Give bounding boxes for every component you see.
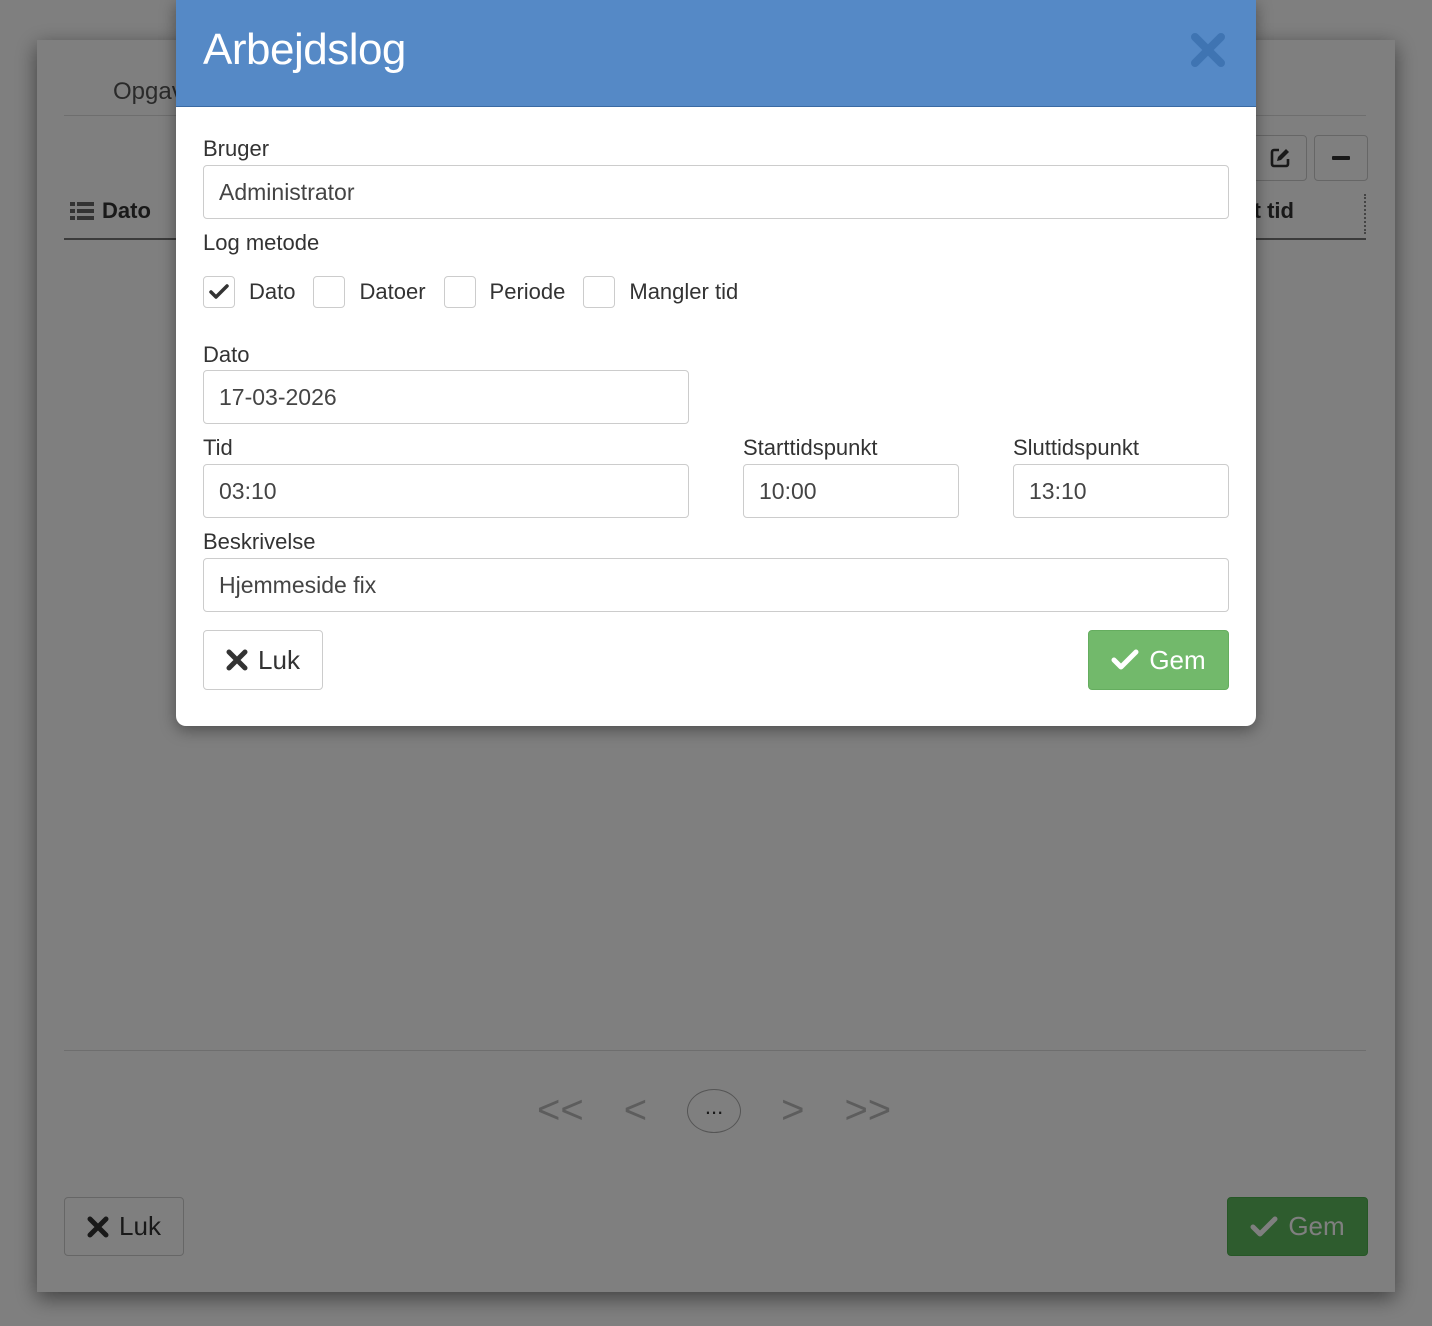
log-method-options: Dato Datoer Periode Mangler tid xyxy=(203,276,756,308)
log-method-periode-label: Periode xyxy=(489,279,566,304)
check-icon xyxy=(1111,649,1139,670)
close-button[interactable]: Luk xyxy=(203,630,323,690)
start-time-label: Starttidspunkt xyxy=(743,435,878,460)
end-time-field[interactable] xyxy=(1013,464,1229,518)
user-label: Bruger xyxy=(203,136,270,161)
date-field[interactable] xyxy=(203,370,689,424)
description-field[interactable] xyxy=(203,558,1229,612)
log-method-mangler-tid[interactable]: Mangler tid xyxy=(583,276,738,308)
time-field[interactable] xyxy=(203,464,689,518)
close-button-label: Luk xyxy=(258,644,300,675)
checkbox-datoer[interactable] xyxy=(313,276,346,308)
log-method-label: Log metode xyxy=(203,230,320,255)
check-icon xyxy=(209,284,229,299)
save-button[interactable]: Gem xyxy=(1088,630,1229,690)
modal-header: Arbejdslog xyxy=(176,0,1256,107)
user-field[interactable] xyxy=(203,165,1229,219)
close-icon xyxy=(226,649,248,671)
log-method-datoer-label: Datoer xyxy=(359,279,426,304)
checkbox-periode[interactable] xyxy=(443,276,476,308)
close-icon xyxy=(1191,33,1225,67)
modal-title: Arbejdslog xyxy=(203,25,406,74)
time-label: Tid xyxy=(203,435,233,460)
start-time-field[interactable] xyxy=(743,464,959,518)
log-method-periode[interactable]: Periode xyxy=(443,276,566,308)
checkbox-mangler-tid[interactable] xyxy=(583,276,616,308)
log-method-dato[interactable]: Dato xyxy=(203,276,295,308)
log-method-mangler-tid-label: Mangler tid xyxy=(629,279,739,304)
save-button-label: Gem xyxy=(1149,644,1206,675)
log-method-datoer[interactable]: Datoer xyxy=(313,276,426,308)
modal-close-button[interactable] xyxy=(1188,30,1228,70)
worklog-modal: Arbejdslog Bruger Log metode Dato Datoer… xyxy=(176,0,1256,726)
end-time-label: Sluttidspunkt xyxy=(1013,435,1139,460)
description-label: Beskrivelse xyxy=(203,529,316,554)
log-method-dato-label: Dato xyxy=(249,279,296,304)
checkbox-dato[interactable] xyxy=(203,276,235,308)
date-label: Dato xyxy=(203,342,250,367)
